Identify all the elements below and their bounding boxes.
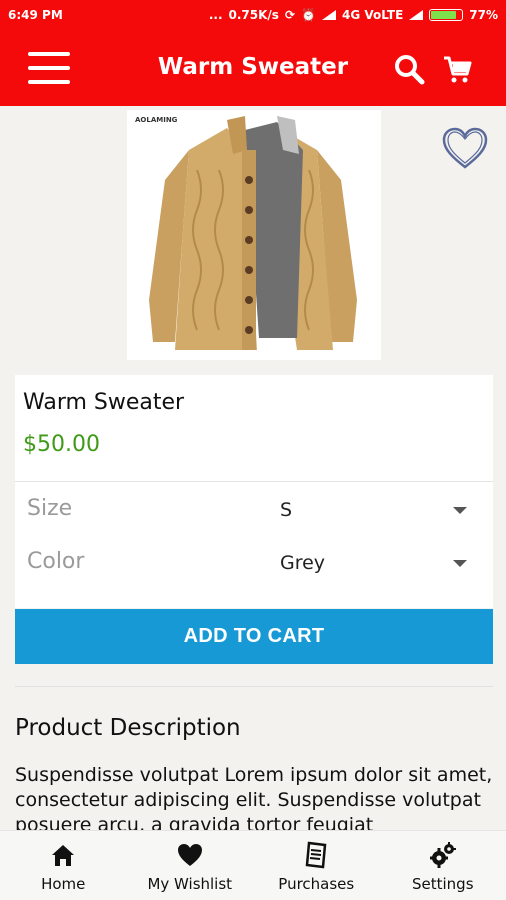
add-to-cart-button[interactable]: ADD TO CART <box>15 609 493 664</box>
product-options-card: Size S Color Grey <box>15 481 493 608</box>
description-section: Product Description Suspendisse volutpat… <box>15 686 493 836</box>
heart-icon <box>177 844 202 866</box>
sync-icon: ⟳ <box>284 8 296 22</box>
nav-purchases[interactable]: Purchases <box>253 831 380 900</box>
cart-icon[interactable] <box>440 52 474 86</box>
status-dots: ... <box>208 8 223 22</box>
page-title: Warm Sweater <box>157 54 349 80</box>
description-title: Product Description <box>15 715 241 741</box>
product-price: $50.00 <box>23 432 100 457</box>
heart-outline-icon[interactable] <box>440 124 490 174</box>
battery-percent: 77% <box>469 8 498 22</box>
product-name: Warm Sweater <box>23 390 185 415</box>
product-image: AOLAMING <box>127 110 381 360</box>
alarm-icon: ⏰ <box>301 8 316 22</box>
brand-watermark: AOLAMING <box>135 116 178 124</box>
status-icons: ... 0.75K/s ⟳ ⏰ 4G VoLTE 77% <box>209 8 498 22</box>
description-text: Suspendisse volutpat Lorem ipsum dolor s… <box>15 764 493 836</box>
bottom-navigation: Home My Wishlist Purchases Settings <box>0 830 506 900</box>
receipt-icon <box>305 841 327 869</box>
status-bar: 6:49 PM ... 0.75K/s ⟳ ⏰ 4G VoLTE 77% <box>0 0 506 30</box>
nav-wishlist[interactable]: My Wishlist <box>127 831 254 900</box>
signal-icon <box>321 10 336 20</box>
color-dropdown-icon[interactable] <box>453 560 467 567</box>
size-dropdown-icon[interactable] <box>453 507 467 514</box>
color-select[interactable]: Grey <box>280 552 325 574</box>
network-speed: 0.75K/s <box>228 8 279 22</box>
battery-icon <box>429 9 464 21</box>
nav-settings[interactable]: Settings <box>380 831 506 900</box>
app-bar: Warm Sweater <box>0 30 506 106</box>
nav-settings-label: Settings <box>411 875 474 893</box>
network-type: 4G VoLTE <box>341 8 404 22</box>
size-label: Size <box>27 496 73 521</box>
status-time: 6:49 PM <box>8 8 63 22</box>
nav-wishlist-label: My Wishlist <box>147 875 233 893</box>
home-icon <box>52 845 75 866</box>
search-icon[interactable] <box>392 52 426 86</box>
size-select[interactable]: S <box>280 499 292 521</box>
product-info-card: Warm Sweater $50.00 <box>15 375 493 481</box>
nav-home-label: Home <box>41 875 86 893</box>
gears-icon <box>429 842 456 868</box>
nav-purchases-label: Purchases <box>278 875 355 893</box>
color-label: Color <box>27 549 85 574</box>
signal-icon-2 <box>409 10 424 20</box>
sweater-image <box>149 116 357 350</box>
nav-home[interactable]: Home <box>0 831 127 900</box>
